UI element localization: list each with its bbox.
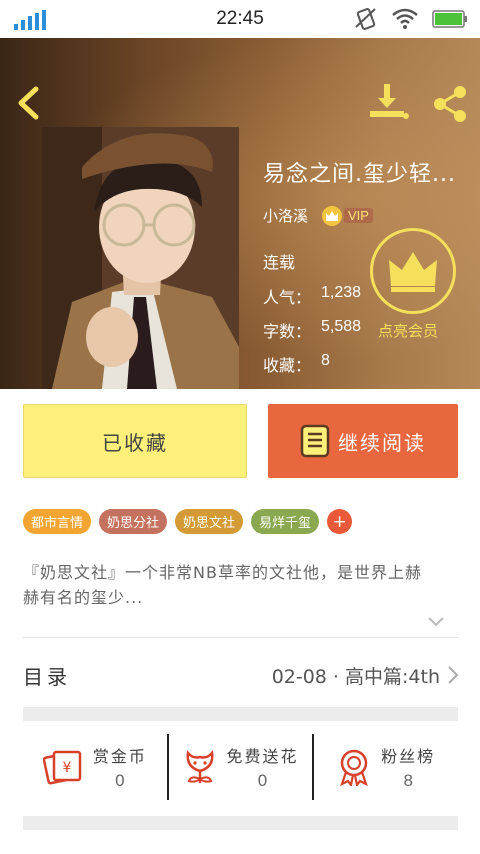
vip-label: VIP bbox=[344, 208, 373, 223]
gift-label: 粉丝榜 bbox=[381, 747, 436, 766]
tag-item[interactable]: 都市言情 bbox=[23, 509, 92, 534]
book-description[interactable]: 『奶思文社』一个非常NB草率的文社他，是世界上赫赫有名的玺少... bbox=[23, 560, 423, 610]
signal-icon bbox=[14, 10, 46, 30]
svg-text:¥: ¥ bbox=[62, 760, 71, 776]
vip-badge: VIP bbox=[322, 205, 373, 226]
chevron-right-icon bbox=[448, 666, 458, 684]
flower-icon bbox=[186, 750, 213, 783]
continue-reading-label: 继续阅读 bbox=[338, 430, 426, 455]
vibrate-icon bbox=[355, 8, 376, 30]
gift-count: 0 bbox=[257, 771, 268, 790]
crown-icon bbox=[389, 252, 437, 292]
crown-small-icon bbox=[322, 205, 343, 226]
fan-ranking-button[interactable]: 粉丝榜 8 bbox=[312, 734, 458, 800]
book-icon bbox=[300, 424, 330, 458]
continue-reading-button[interactable]: 继续阅读 bbox=[268, 404, 458, 478]
member-label[interactable]: 点亮会员 bbox=[378, 320, 438, 342]
tag-item[interactable]: 奶思分社 bbox=[99, 509, 168, 534]
book-detail-body: 已收藏 继续阅读 都市言情 奶思分社 奶思文社 易烊千玺 + 『奶思文社』一个非… bbox=[0, 389, 480, 854]
section-separator bbox=[23, 816, 458, 830]
send-flower-button[interactable]: 免费送花 0 bbox=[166, 734, 313, 800]
stat-word-count: 字数： 5,588 bbox=[263, 318, 362, 341]
clock: 22:45 bbox=[216, 8, 264, 29]
gift-count: 8 bbox=[403, 771, 413, 790]
book-cover[interactable] bbox=[42, 127, 239, 389]
add-tag-button[interactable]: + bbox=[327, 509, 353, 534]
divider bbox=[23, 637, 458, 638]
medal-icon bbox=[340, 749, 368, 786]
toc-label: 目录 bbox=[23, 664, 71, 689]
tag-list: 都市言情 奶思分社 奶思文社 易烊千玺 + bbox=[23, 509, 353, 534]
chevron-down-icon[interactable] bbox=[428, 617, 444, 627]
favorited-button[interactable]: 已收藏 bbox=[23, 404, 247, 478]
gift-label: 免费送花 bbox=[226, 747, 299, 766]
share-icon[interactable] bbox=[430, 84, 470, 124]
tag-item[interactable]: 奶思文社 bbox=[175, 509, 244, 534]
gift-label: 赏金币 bbox=[92, 747, 147, 766]
book-title: 易念之间.玺少轻... bbox=[263, 162, 456, 187]
red-envelope-icon: ¥ bbox=[42, 750, 82, 785]
stat-popularity: 人气： 1,238 bbox=[263, 284, 362, 307]
stat-favorites: 收藏： 8 bbox=[263, 352, 330, 375]
wifi-icon bbox=[392, 8, 418, 29]
status-bar: 22:45 bbox=[0, 0, 480, 38]
section-separator bbox=[23, 707, 458, 721]
latest-chapter: 02-08 · 高中篇:4th bbox=[271, 665, 440, 688]
table-of-contents-row[interactable]: 目录 02-08 · 高中篇:4th bbox=[23, 653, 458, 697]
author-name[interactable]: 小洛溪 bbox=[263, 205, 308, 226]
gift-bar: ¥ 赏金币 0 免费送花 0 粉丝榜 8 bbox=[23, 734, 458, 800]
book-header: 易念之间.玺少轻... 小洛溪 VIP 连载 人气： 1,238 字数： 5,588… bbox=[0, 38, 480, 389]
book-status: 连载 bbox=[263, 253, 296, 272]
gift-count: 0 bbox=[115, 771, 125, 790]
reward-coins-button[interactable]: ¥ 赏金币 0 bbox=[23, 734, 167, 800]
back-icon[interactable] bbox=[14, 86, 44, 120]
download-icon[interactable] bbox=[370, 84, 414, 122]
battery-icon bbox=[432, 10, 467, 28]
tag-item[interactable]: 易烊千玺 bbox=[251, 509, 320, 534]
member-crown-button[interactable] bbox=[370, 228, 456, 314]
